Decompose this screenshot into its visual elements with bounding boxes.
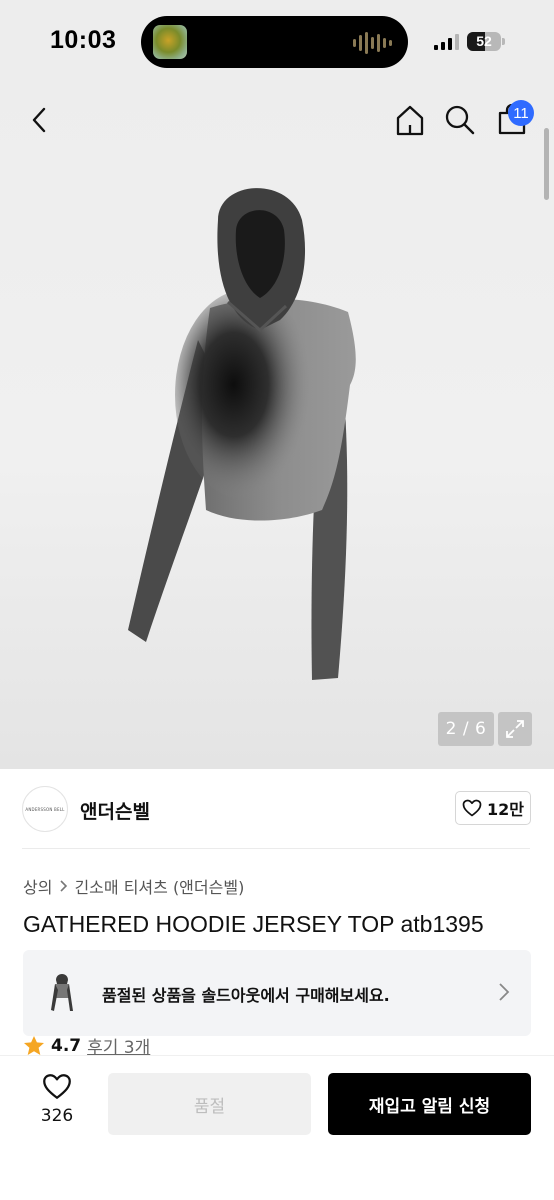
rating-score: 4.7 <box>51 1035 82 1056</box>
search-icon <box>445 105 475 135</box>
heart-icon <box>43 1074 71 1099</box>
status-time: 10:03 <box>50 26 117 54</box>
heart-icon <box>462 799 482 817</box>
brand-like-count: 12만 <box>487 800 524 819</box>
expand-gallery-button[interactable] <box>498 712 532 746</box>
soldout-banner-text: 품절된 상품을 솔드아웃에서 구매해보세요. <box>102 986 390 1005</box>
wishlist-count: 326 <box>40 1106 74 1126</box>
battery-percent: 52 <box>476 33 492 49</box>
star-icon <box>24 1036 44 1055</box>
breadcrumb-category[interactable]: 상의 <box>23 874 52 898</box>
breadcrumb: 상의 긴소매 티셔츠 (앤더슨벨) <box>23 874 244 898</box>
soldout-product-thumbnail <box>40 968 84 1016</box>
home-button[interactable] <box>390 100 430 140</box>
restock-alert-button[interactable]: 재입고 알림 신청 <box>328 1073 531 1135</box>
scrollbar[interactable] <box>544 128 549 200</box>
cart-count-badge: 11 <box>508 100 534 126</box>
divider <box>22 848 530 849</box>
chevron-right-icon <box>60 880 68 892</box>
status-bar: 10:03 52 <box>0 0 554 80</box>
product-title: GATHERED HOODIE JERSEY TOP atb1395 <box>23 911 484 937</box>
wishlist-button[interactable]: 326 <box>28 1073 86 1137</box>
expand-icon <box>506 720 524 738</box>
gallery-page-indicator: 2 / 6 <box>438 712 494 746</box>
breadcrumb-subcategory[interactable]: 긴소매 티셔츠 (앤더슨벨) <box>74 874 244 898</box>
soldout-button: 품절 <box>108 1073 311 1135</box>
brand-like-button[interactable]: 12만 <box>455 791 531 825</box>
brand-logo[interactable]: ANDERSSON BELL <box>22 786 68 832</box>
chevron-right-icon[interactable] <box>494 981 514 1003</box>
battery-icon: 52 <box>467 32 501 51</box>
dynamic-island[interactable] <box>141 16 408 68</box>
home-icon <box>396 105 424 136</box>
cellular-signal-icon <box>434 34 459 50</box>
product-image[interactable] <box>110 180 410 700</box>
battery-tip <box>502 38 505 45</box>
brand-name[interactable]: 앤더슨벨 <box>80 797 150 824</box>
back-button[interactable] <box>20 100 60 140</box>
now-playing-artwork <box>153 25 187 59</box>
back-chevron-icon <box>32 107 46 133</box>
search-button[interactable] <box>440 100 480 140</box>
audio-waveform-icon <box>353 30 392 56</box>
